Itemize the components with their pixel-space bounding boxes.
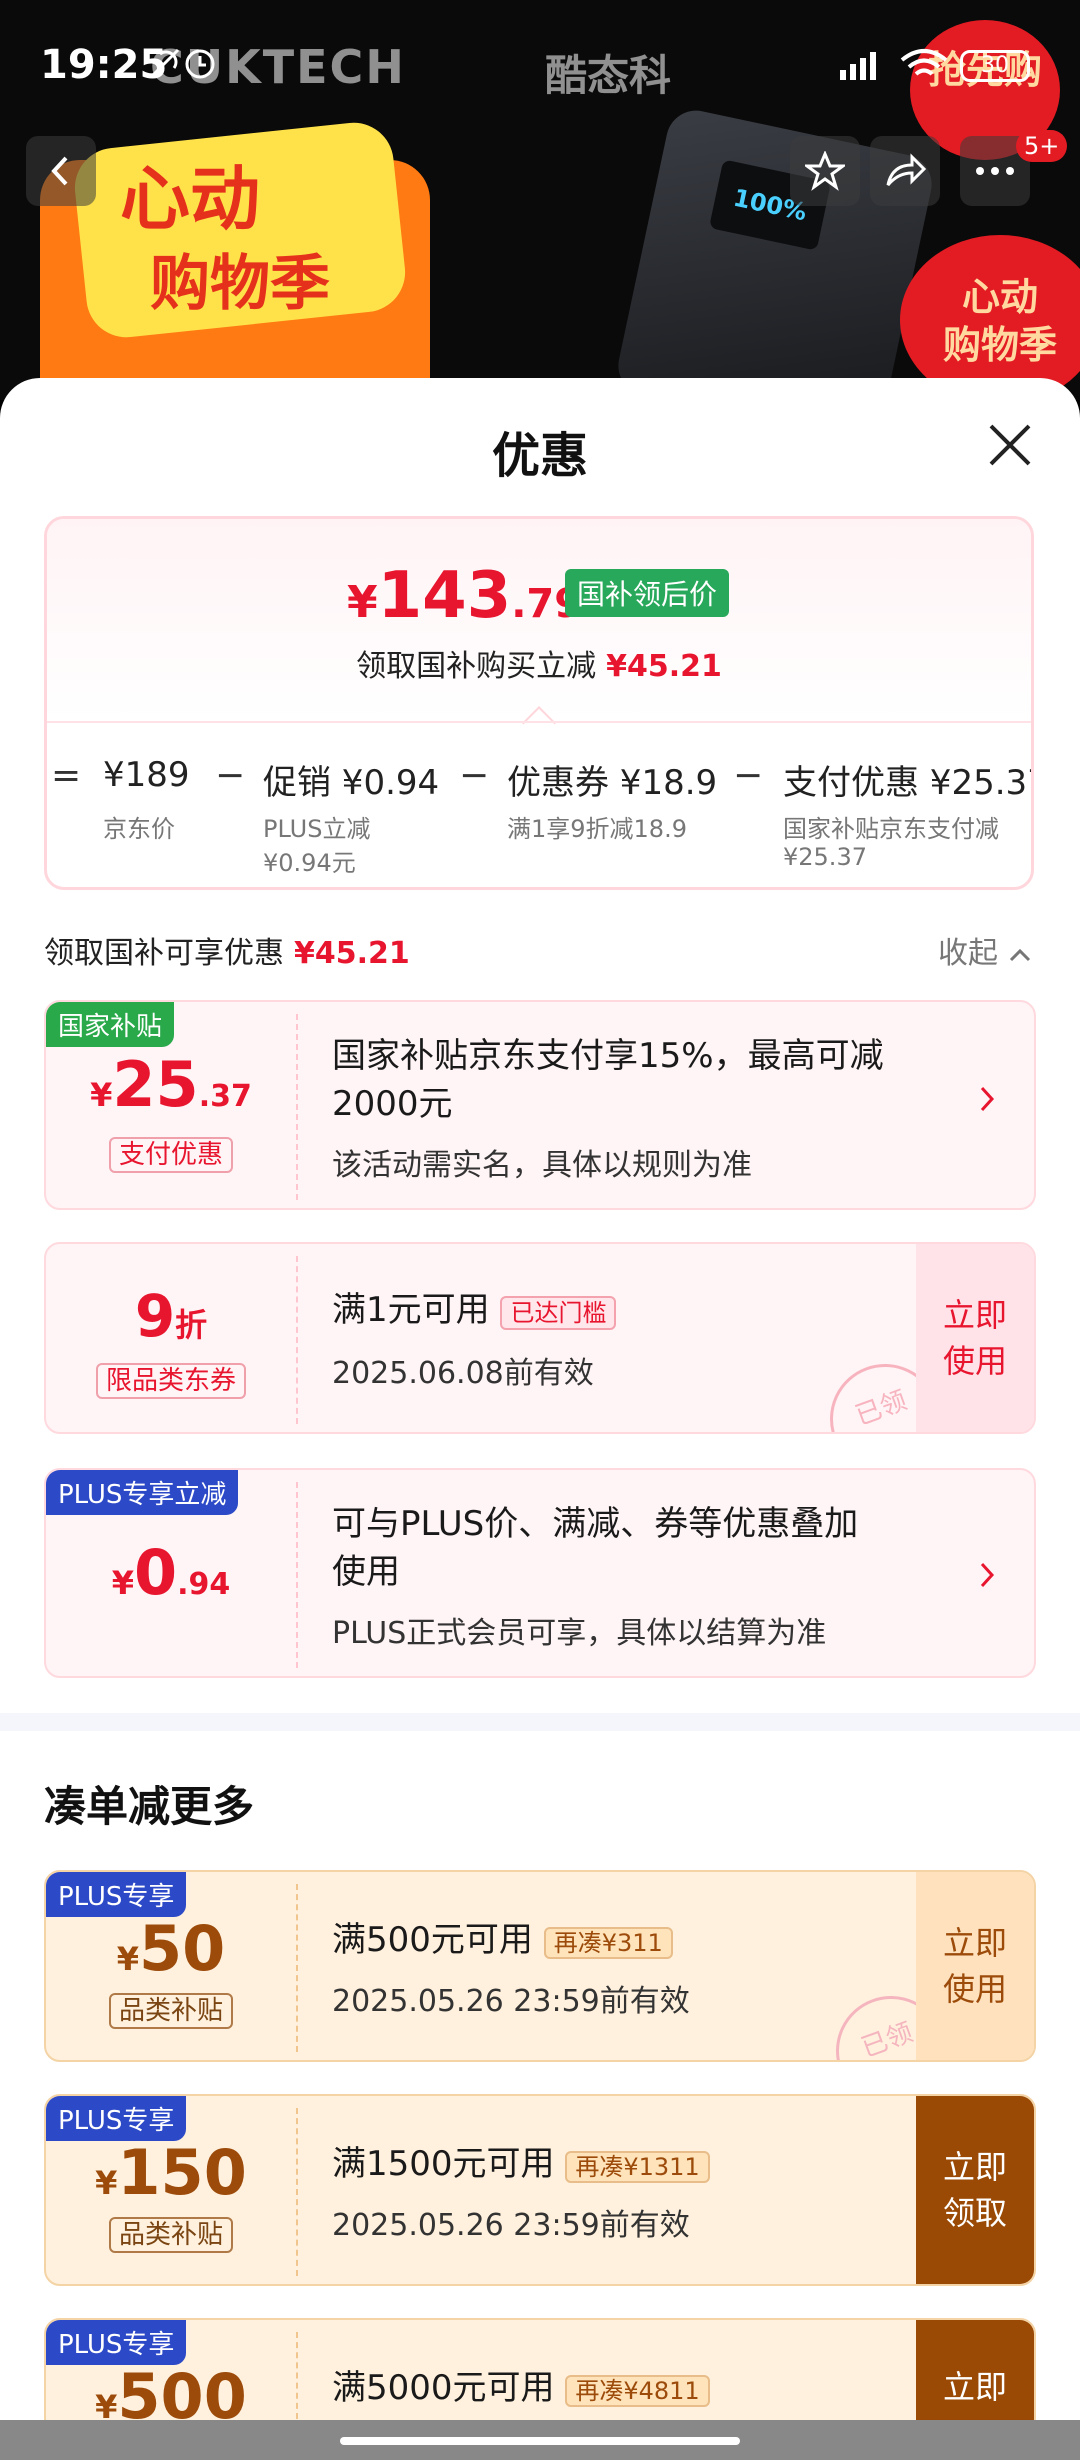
product-banner: 心动 购物季 100% CUKTECH 酷态科 抢先购 心动 购物季 19:25 … [0, 0, 1080, 400]
wifi-icon [898, 46, 950, 86]
minus-sign: − [733, 755, 764, 796]
plus-exclusive-tag: PLUS专享 [46, 2096, 187, 2141]
close-button[interactable] [985, 420, 1035, 470]
alarm-icon [148, 46, 218, 86]
home-indicator[interactable] [340, 2437, 740, 2445]
favorite-button[interactable] [790, 136, 860, 206]
card-divider [296, 1884, 298, 2052]
plus-discount-card[interactable]: PLUS专享立减 ¥0.94 可与PLUS价、满减、券等优惠叠加 使用 PLUS正… [44, 1468, 1036, 1678]
notification-count: 5+ [1016, 130, 1068, 162]
coupon-expiry: 2025.06.08前有效 [332, 1356, 594, 1391]
brand-logo-cn: 酷态科 [545, 51, 672, 100]
plus-coupon-card: PLUS专享 ¥150 品类补贴 满1500元可用 再凑¥1311 2025.0… [44, 2094, 1036, 2286]
plus-exclusive-tag: PLUS专享 [46, 2320, 187, 2365]
divider [47, 721, 1031, 723]
category-subsidy-tag: 品类补贴 [108, 2217, 233, 2253]
close-icon [989, 424, 1031, 466]
plus-rule: PLUS正式会员可享，具体以结算为准 [332, 1616, 827, 1651]
coupon-expiry: 2025.05.26 23:59前有效 [332, 2208, 690, 2243]
chevron-right-icon [978, 1080, 998, 1126]
minus-sign: − [215, 755, 246, 796]
category-subsidy-tag: 品类补贴 [108, 1993, 233, 2029]
coupon-condition: 满5000元可用 再凑¥4811 [332, 2364, 710, 2415]
national-subsidy-tag: 国家补贴 [46, 1002, 175, 1047]
breakdown-coupon-note: 满1享9折减18.9 [507, 815, 687, 843]
plus-description: 可与PLUS价、满减、券等优惠叠加 使用 [332, 1504, 859, 1592]
breakdown-coupon: 优惠券 ¥18.9 [507, 763, 718, 803]
more-discounts-title: 凑单减更多 [44, 1782, 255, 1831]
price-summary: ¥143.79 国补领后价 领取国补购买立减 ¥45.21 = ¥189 京东价 … [44, 516, 1034, 890]
share-button[interactable] [870, 136, 940, 206]
breakdown-jd-note: 京东价 [103, 815, 175, 843]
coupon-discount: 9折 [134, 1282, 208, 1350]
collapse-button[interactable]: 收起 [938, 928, 1032, 972]
breakdown-payment-note2: ¥25.37 [783, 843, 867, 871]
use-now-button[interactable]: 立即 使用 [916, 1872, 1034, 2060]
price-saving-line: 领取国补购买立减 ¥45.21 [356, 649, 722, 684]
plus-exclusive-tag: PLUS专享立减 [46, 1470, 239, 1515]
share-icon [886, 153, 926, 186]
signal-icon [836, 48, 884, 86]
back-button[interactable] [26, 136, 96, 206]
card-divider [296, 1014, 298, 1200]
chevron-right-icon [978, 1556, 998, 1602]
battery-icon: 30 [960, 50, 1030, 82]
breakdown-payment-note: 国家补贴京东支付减 [783, 815, 999, 843]
plus-discount-amount: ¥0.94 [111, 1536, 231, 1609]
threshold-met-badge: 已达门槛 [500, 1296, 617, 1330]
promo-subtitle: 购物季 [150, 249, 330, 319]
remaining-amount-badge: 再凑¥4811 [565, 2375, 710, 2407]
breakdown-promo-note2: ¥0.94元 [263, 849, 356, 877]
subsidy-price-tag: 国补领后价 [565, 569, 730, 617]
coupon-amount: ¥50 [116, 1912, 226, 1985]
coupon-condition: 满1元可用 已达门槛 [332, 1286, 617, 1337]
subsidy-section-label: 领取国补可享优惠 ¥45.21 [44, 936, 410, 971]
card-divider [296, 1482, 298, 1668]
sheet-title: 优惠 [491, 428, 588, 484]
card-divider [296, 2108, 298, 2276]
plus-coupon-card: PLUS专享 ¥50 品类补贴 满500元可用 再凑¥311 2025.05.2… [44, 1870, 1036, 2062]
subsidy-card[interactable]: 国家补贴 ¥25.37 支付优惠 国家补贴京东支付享15%，最高可减 2000元 … [44, 1000, 1036, 1210]
section-gap [0, 1713, 1080, 1731]
coupon-amount: ¥150 [95, 2136, 247, 2209]
subsidy-description: 国家补贴京东支付享15%，最高可减 2000元 [332, 1036, 884, 1124]
breakdown-payment: 支付优惠 ¥25.37 [783, 763, 1034, 803]
chevron-up-icon [1009, 948, 1030, 962]
coupon-condition: 满500元可用 再凑¥311 [332, 1916, 673, 1967]
breakdown-jd-price: ¥189 [103, 755, 190, 795]
final-price: ¥143.79 [347, 559, 583, 633]
card-divider [296, 1256, 298, 1424]
category-coupon-tag: 限品类东券 [95, 1363, 246, 1399]
breakdown-promo-note: PLUS立减 [263, 815, 371, 843]
coupon-expiry: 2025.05.26 23:59前有效 [332, 1984, 690, 2019]
claim-now-button[interactable]: 立即 领取 [916, 2096, 1034, 2284]
star-icon [805, 151, 845, 191]
chevron-left-icon [51, 156, 68, 186]
use-now-button[interactable]: 立即 使用 [916, 1244, 1034, 1432]
remaining-amount-badge: 再凑¥1311 [565, 2151, 710, 2183]
remaining-amount-badge: 再凑¥311 [543, 1927, 673, 1959]
more-dots-icon [976, 167, 1014, 175]
coupon-condition: 满1500元可用 再凑¥1311 [332, 2140, 710, 2191]
promo-badge-bottom: 心动 购物季 [900, 235, 1080, 400]
discount-sheet: 优惠 ¥143.79 国补领后价 领取国补购买立减 ¥45.21 = ¥189 京… [0, 378, 1080, 2460]
breakdown-promo: 促销 ¥0.94 [263, 763, 440, 803]
promo-title: 心动 [120, 158, 260, 240]
coupon-card: 9折 限品类东券 满1元可用 已达门槛 2025.06.08前有效 已领 立即使… [44, 1242, 1036, 1434]
discount-amount: ¥25.37 [90, 1048, 252, 1121]
equals-sign: = [51, 755, 82, 796]
payment-discount-tag: 支付优惠 [108, 1137, 233, 1173]
minus-sign: − [459, 755, 490, 796]
price-breakdown: = ¥189 京东价 − 促销 ¥0.94 PLUS立减 ¥0.94元 − 优惠… [47, 733, 1034, 887]
plus-exclusive-tag: PLUS专享 [46, 1872, 187, 1917]
subsidy-rule: 该活动需实名，具体以规则为准 [332, 1148, 752, 1183]
